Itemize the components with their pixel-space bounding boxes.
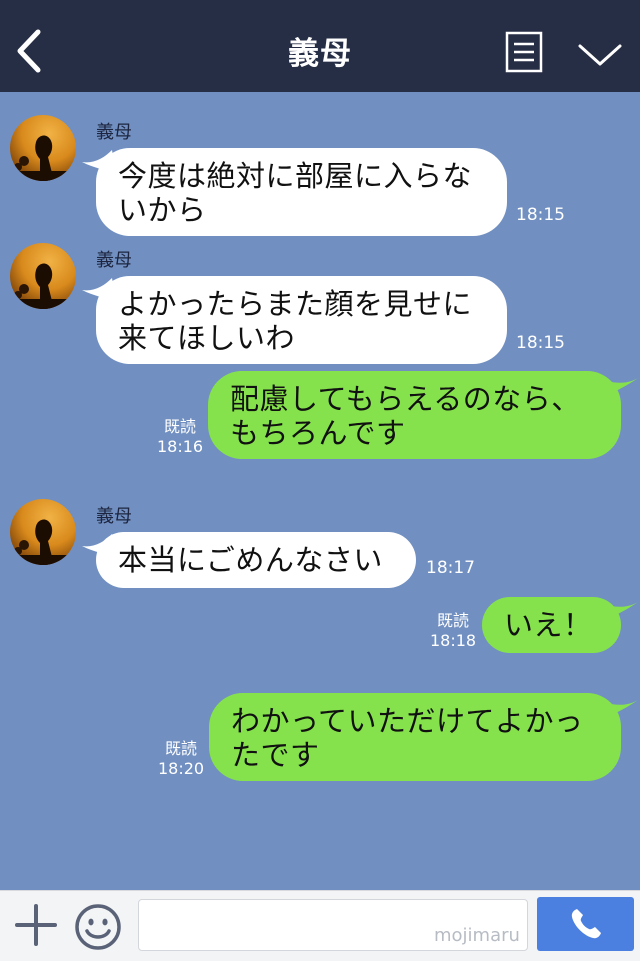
sender-name: 義母 [96, 250, 132, 271]
phone-icon [571, 909, 601, 939]
input-bar: mojimaru [0, 890, 640, 961]
message-time: 18:17 [426, 558, 475, 578]
plus-icon [15, 904, 57, 946]
message-bubble[interactable]: 配慮してもらえるのなら、 もちろんです [208, 371, 621, 459]
read-label: 既読 [165, 739, 198, 758]
read-receipt: 既読 18:18 [430, 611, 476, 651]
message-time: 18:15 [516, 333, 565, 353]
smiley-icon [75, 904, 121, 950]
collapse-button[interactable] [576, 40, 624, 70]
message-time: 18:15 [516, 205, 565, 225]
chat-title: 義母 [288, 36, 352, 72]
menu-button[interactable] [504, 30, 544, 74]
read-label: 既読 [164, 417, 197, 436]
emoji-button[interactable] [74, 903, 122, 951]
avatar[interactable] [10, 499, 76, 565]
message-time: 18:16 [157, 437, 204, 456]
read-label: 既読 [437, 611, 470, 630]
avatar[interactable] [10, 115, 76, 181]
chevron-down-icon [578, 44, 622, 66]
sender-name: 義母 [96, 122, 132, 143]
add-button[interactable] [14, 903, 58, 947]
avatar[interactable] [10, 243, 76, 309]
chat-header: 義母 [0, 0, 640, 92]
message-bubble[interactable]: いえ！ [482, 597, 621, 653]
message-bubble[interactable]: 本当にごめんなさい [96, 532, 416, 588]
message-bubble[interactable]: わかっていただけてよかっ たです [209, 693, 621, 781]
message-time: 18:18 [430, 631, 477, 650]
message-list[interactable]: 義母 今度は絶対に部屋に入らな いから 18:15 義母 よかったらまた顔を見せ… [0, 92, 640, 890]
read-receipt: 既読 18:16 [157, 417, 203, 457]
message-time: 18:20 [158, 759, 205, 778]
message-bubble[interactable]: 今度は絶対に部屋に入らな いから [96, 148, 507, 236]
sender-name: 義母 [96, 506, 132, 527]
call-button[interactable] [537, 897, 634, 951]
read-receipt: 既読 18:20 [158, 739, 204, 779]
message-bubble[interactable]: よかったらまた顔を見せに 来てほしいわ [96, 276, 507, 364]
list-icon [505, 31, 543, 73]
